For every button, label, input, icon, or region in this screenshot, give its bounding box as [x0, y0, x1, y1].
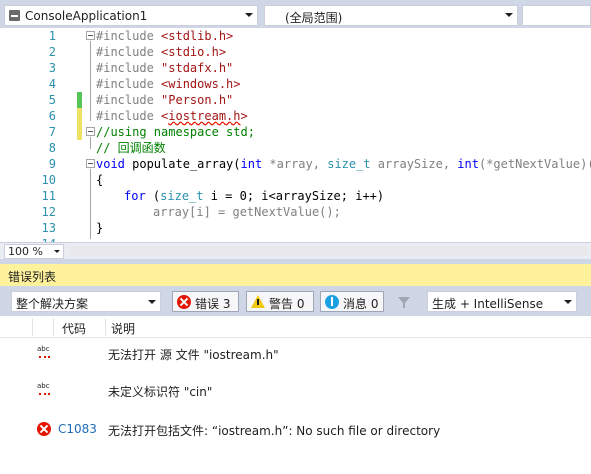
line-number: 9 [48, 157, 56, 171]
code-line: 1 #include <stdlib.h> [0, 28, 591, 44]
warnings-count: 警告 0 [269, 297, 305, 311]
code-line: 12 array[i] = getNextValue(); [0, 204, 591, 220]
line-text: array[i] = getNextValue(); [153, 205, 341, 219]
scope-dropdown[interactable]: (全局范围) [264, 5, 518, 26]
change-marker [77, 92, 82, 108]
navigation-bar: ConsoleApplication1 (全局范围) [0, 0, 591, 28]
horizontal-scrollbar[interactable] [70, 246, 587, 256]
error-list-title-bar[interactable]: 错误列表 [0, 264, 591, 286]
change-marker [77, 108, 82, 124]
line-text: #include "Person.h" [96, 93, 234, 107]
line-text: void populate_array(int *array, size_t a… [96, 157, 591, 171]
chevron-down-icon [245, 13, 253, 17]
error-list-header: 代码 说明 [0, 316, 591, 338]
code-line: 2 #include <stdio.h> [0, 44, 591, 60]
line-number: 7 [48, 125, 56, 139]
messages-filter-button[interactable]: 消息 0 [320, 291, 384, 312]
line-number: 1 [48, 29, 56, 43]
error-list-row[interactable]: abc 未定义标识符 "cin" [0, 380, 591, 400]
chevron-down-icon [505, 13, 513, 17]
error-code[interactable]: C1083 [58, 422, 97, 436]
code-line: 10 { [0, 172, 591, 188]
line-text: } [96, 221, 104, 235]
line-number: 13 [41, 221, 56, 235]
code-editor[interactable]: 1 #include <stdlib.h> 2 #include <stdio.… [0, 28, 591, 242]
error-description: 未定义标识符 "cin" [108, 385, 213, 399]
line-number: 8 [48, 141, 56, 155]
code-line: 8 // 回调函数 [0, 140, 591, 156]
line-number: 5 [48, 93, 56, 107]
editor-status-bar: 100 % [0, 242, 591, 259]
line-text: #include <stdlib.h> [96, 29, 234, 43]
spelling-icon: abc [37, 345, 53, 359]
zoom-dropdown[interactable]: 100 % [4, 244, 64, 259]
line-text: for (size_t i = 0; i<arraySize; i++) [124, 189, 385, 203]
code-line: 7 //using namespace std; [0, 124, 591, 140]
warnings-filter-button[interactable]: 警告 0 [246, 291, 314, 312]
error-description: 无法打开包括文件: “iostream.h”: No such file or … [108, 424, 441, 438]
line-number: 3 [48, 61, 56, 75]
scope-filter-label: 整个解决方案 [16, 297, 89, 311]
line-text: { [96, 173, 104, 187]
line-number: 6 [48, 109, 56, 123]
member-dropdown[interactable] [522, 5, 591, 26]
line-text: #include <stdio.h> [96, 45, 227, 59]
column-header-description[interactable]: 说明 [111, 320, 135, 337]
scope-label: (全局范围) [285, 11, 343, 25]
line-number: 2 [48, 45, 56, 59]
spelling-icon: abc [37, 382, 53, 396]
line-text: //using namespace std; [96, 125, 255, 139]
error-list-row[interactable]: abc 无法打开 源 文件 "iostream.h" [0, 343, 591, 363]
column-header-code[interactable]: 代码 [62, 320, 86, 337]
line-text: // 回调函数 [96, 141, 166, 155]
project-dropdown[interactable]: ConsoleApplication1 [4, 5, 258, 26]
code-line: 9 void populate_array(int *array, size_t… [0, 156, 591, 172]
chevron-down-icon [148, 300, 156, 304]
error-squiggle: iostream.h [168, 109, 241, 123]
error-icon [177, 295, 191, 309]
code-line: 11 for (size_t i = 0; i<arraySize; i++) [0, 188, 591, 204]
errors-count: 错误 3 [195, 297, 231, 311]
error-icon [37, 422, 51, 436]
project-label: ConsoleApplication1 [25, 9, 148, 23]
line-text: #include "stdafx.h" [96, 61, 234, 75]
code-line: 13 } [0, 220, 591, 236]
line-text: #include <windows.h> [96, 77, 241, 91]
project-icon [9, 10, 20, 21]
chevron-down-icon [54, 250, 60, 253]
line-text: #include <iostream.h> [96, 109, 248, 123]
messages-count: 消息 0 [343, 297, 379, 311]
source-filter-label: 生成 + IntelliSense [432, 297, 544, 311]
panel-title: 错误列表 [8, 270, 57, 284]
chevron-down-icon [564, 300, 572, 304]
line-number: 4 [48, 77, 56, 91]
code-line: 4 #include <windows.h> [0, 76, 591, 92]
error-list-row[interactable]: C1083 无法打开包括文件: “iostream.h”: No such fi… [0, 419, 591, 439]
code-line: 5 #include "Person.h" [0, 92, 591, 108]
code-line: 3 #include "stdafx.h" [0, 60, 591, 76]
change-marker [77, 124, 82, 140]
code-line: 6 #include <iostream.h> [0, 108, 591, 124]
line-number: 10 [41, 173, 56, 187]
line-number: 12 [41, 205, 56, 219]
errors-filter-button[interactable]: 错误 3 [172, 291, 239, 312]
error-list-toolbar: 整个解决方案 错误 3 警告 0 消息 0 生成 + IntelliSense [0, 286, 591, 316]
scope-filter-dropdown[interactable]: 整个解决方案 [11, 291, 161, 312]
error-description: 无法打开 源 文件 "iostream.h" [108, 348, 279, 362]
source-filter-dropdown[interactable]: 生成 + IntelliSense [427, 291, 577, 312]
line-number: 11 [41, 189, 56, 203]
zoom-value: 100 % [8, 245, 43, 258]
